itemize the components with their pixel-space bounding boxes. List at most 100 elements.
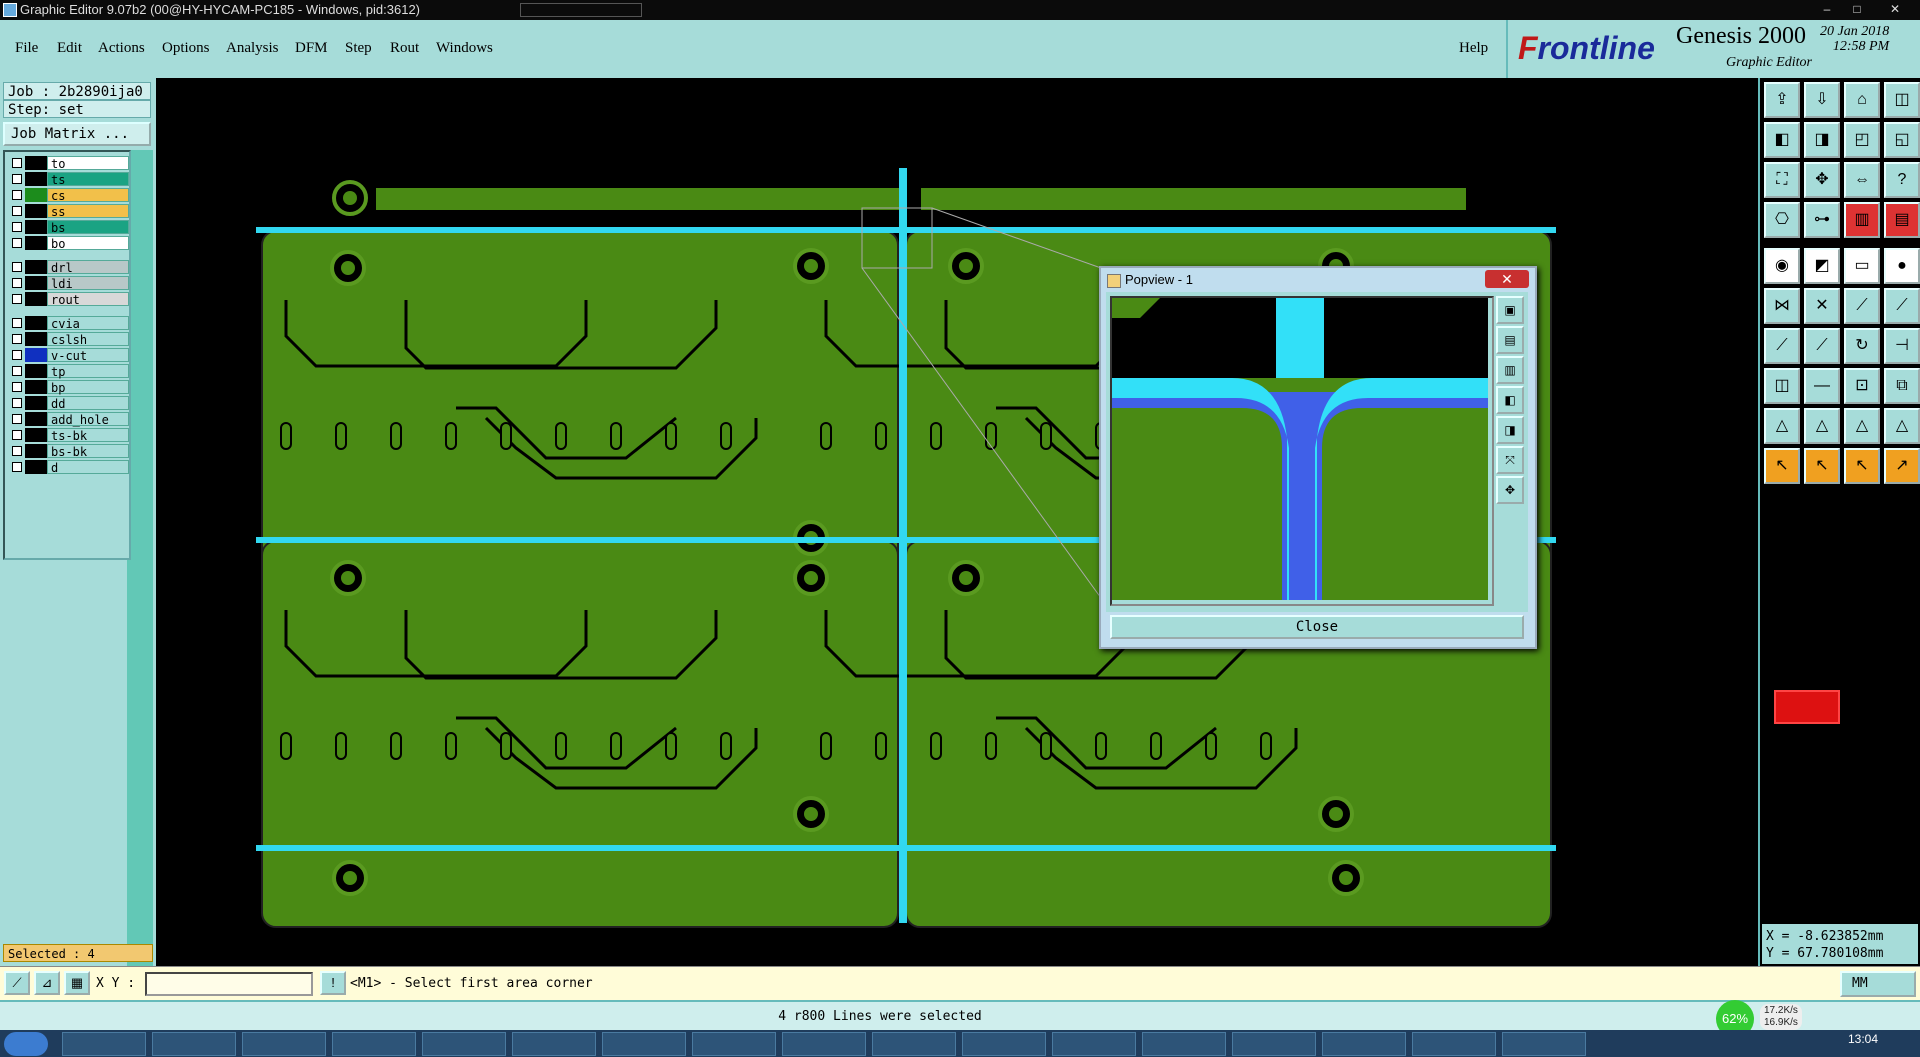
tool-button-r0-c0[interactable]: ⇪ <box>1764 82 1800 118</box>
tool-button-r1-c3[interactable]: ◱ <box>1884 122 1920 158</box>
layer-name[interactable]: cslsh <box>47 332 129 347</box>
taskbar-item[interactable] <box>872 1032 956 1056</box>
tool-button-r9-c3[interactable]: ↗ <box>1884 448 1920 484</box>
layer-row-bs[interactable]: bs <box>9 220 129 235</box>
popview-tool-4-button[interactable]: ◧ <box>1496 386 1524 414</box>
layer-color-swatch[interactable] <box>25 188 47 202</box>
tool-button-r8-c1[interactable]: △ <box>1804 408 1840 444</box>
xy-input[interactable] <box>145 972 313 996</box>
layer-name[interactable]: tp <box>47 364 129 379</box>
tool-button-r3-c2[interactable]: ▥ <box>1844 202 1880 238</box>
layer-checkbox[interactable] <box>12 366 22 376</box>
tool-button-r0-c2[interactable]: ⌂ <box>1844 82 1880 118</box>
popview-tool-1-button[interactable]: ▣ <box>1496 296 1524 324</box>
tool-button-r0-c3[interactable]: ◫ <box>1884 82 1920 118</box>
taskbar-item[interactable] <box>1232 1032 1316 1056</box>
taskbar-item[interactable] <box>962 1032 1046 1056</box>
taskbar-item[interactable] <box>692 1032 776 1056</box>
tool-button-r5-c1[interactable]: ✕ <box>1804 288 1840 324</box>
layer-row-drl[interactable]: drl <box>9 260 129 275</box>
layer-color-swatch[interactable] <box>25 204 47 218</box>
layer-color-swatch[interactable] <box>25 316 47 330</box>
tool-button-r2-c3[interactable]: ? <box>1884 162 1920 198</box>
tool-button-r4-c0[interactable]: ◉ <box>1764 248 1800 284</box>
layer-row-v-cut[interactable]: v-cut <box>9 348 129 363</box>
layer-name[interactable]: add_hole <box>47 412 129 427</box>
menu-step[interactable]: Step <box>345 40 372 57</box>
layer-row-cs[interactable]: cs <box>9 188 129 203</box>
menu-windows[interactable]: Windows <box>436 40 493 57</box>
menu-help[interactable]: Help <box>1459 40 1488 57</box>
layer-row-ts-bk[interactable]: ts-bk <box>9 428 129 443</box>
panel-thumbnail[interactable] <box>1774 690 1840 724</box>
menu-options[interactable]: Options <box>162 40 210 57</box>
close-button[interactable]: ✕ <box>1884 1 1906 17</box>
layer-name[interactable]: cs <box>47 188 129 203</box>
tool-button-r9-c0[interactable]: ↖ <box>1764 448 1800 484</box>
layer-checkbox[interactable] <box>12 462 22 472</box>
layer-color-swatch[interactable] <box>25 364 47 378</box>
popview-fit-button[interactable]: ⤧ <box>1496 446 1524 474</box>
tool-button-r6-c2[interactable]: ↻ <box>1844 328 1880 364</box>
layer-name[interactable]: cvia <box>47 316 129 331</box>
tool-button-r7-c0[interactable]: ◫ <box>1764 368 1800 404</box>
layer-row-ldi[interactable]: ldi <box>9 276 129 291</box>
layer-name[interactable]: drl <box>47 260 129 275</box>
layer-row-cslsh[interactable]: cslsh <box>9 332 129 347</box>
layer-name[interactable]: d <box>47 460 129 475</box>
layer-checkbox[interactable] <box>12 350 22 360</box>
layer-color-swatch[interactable] <box>25 276 47 290</box>
layer-row-bp[interactable]: bp <box>9 380 129 395</box>
layer-color-swatch[interactable] <box>25 156 47 170</box>
layer-color-swatch[interactable] <box>25 444 47 458</box>
layer-color-swatch[interactable] <box>25 292 47 306</box>
menu-rout[interactable]: Rout <box>390 40 419 57</box>
layer-name[interactable]: ts <box>47 172 129 187</box>
taskbar-item[interactable] <box>1322 1032 1406 1056</box>
layer-name[interactable]: bs <box>47 220 129 235</box>
popview-tool-2-button[interactable]: ▤ <box>1496 326 1524 354</box>
layer-color-swatch[interactable] <box>25 348 47 362</box>
tool-button-r6-c3[interactable]: ⊣ <box>1884 328 1920 364</box>
layer-checkbox[interactable] <box>12 446 22 456</box>
tool-button-r8-c3[interactable]: △ <box>1884 408 1920 444</box>
layer-checkbox[interactable] <box>12 190 22 200</box>
layer-row-bs-bk[interactable]: bs-bk <box>9 444 129 459</box>
taskbar-item[interactable] <box>152 1032 236 1056</box>
taskbar-item[interactable] <box>242 1032 326 1056</box>
layer-checkbox[interactable] <box>12 262 22 272</box>
layer-checkbox[interactable] <box>12 318 22 328</box>
tool-button-r6-c1[interactable]: ⟋ <box>1804 328 1840 364</box>
info-button[interactable]: ! <box>320 971 346 995</box>
layer-checkbox[interactable] <box>12 334 22 344</box>
popview-close-x-button[interactable]: ✕ <box>1485 270 1529 288</box>
tool-button-r3-c0[interactable]: ⎔ <box>1764 202 1800 238</box>
layer-name[interactable]: ss <box>47 204 129 219</box>
layer-row-ss[interactable]: ss <box>9 204 129 219</box>
layer-row-cvia[interactable]: cvia <box>9 316 129 331</box>
layer-row-add_hole[interactable]: add_hole <box>9 412 129 427</box>
layer-row-bo[interactable]: bo <box>9 236 129 251</box>
layer-checkbox[interactable] <box>12 238 22 248</box>
grid-snap-button[interactable]: ▦ <box>64 971 90 995</box>
layer-color-swatch[interactable] <box>25 220 47 234</box>
menu-actions[interactable]: Actions <box>98 40 145 57</box>
layer-name[interactable]: bo <box>47 236 129 251</box>
tool-button-r2-c1[interactable]: ✥ <box>1804 162 1840 198</box>
tool-button-r5-c0[interactable]: ⋈ <box>1764 288 1800 324</box>
tool-button-r5-c3[interactable]: ⟋ <box>1884 288 1920 324</box>
tool-button-r8-c0[interactable]: △ <box>1764 408 1800 444</box>
layer-color-swatch[interactable] <box>25 412 47 426</box>
taskbar-item[interactable] <box>1502 1032 1586 1056</box>
popview-close-button[interactable]: Close <box>1110 615 1524 639</box>
tool-button-r8-c2[interactable]: △ <box>1844 408 1880 444</box>
taskbar-item[interactable] <box>1052 1032 1136 1056</box>
tool-button-r7-c1[interactable]: — <box>1804 368 1840 404</box>
tool-button-r1-c0[interactable]: ◧ <box>1764 122 1800 158</box>
popview-zoom-view[interactable] <box>1110 296 1494 606</box>
tool-button-r9-c2[interactable]: ↖ <box>1844 448 1880 484</box>
layer-name[interactable]: ldi <box>47 276 129 291</box>
menu-file[interactable]: File <box>15 40 38 57</box>
layer-name[interactable]: to <box>47 156 129 171</box>
tool-button-r4-c2[interactable]: ▭ <box>1844 248 1880 284</box>
